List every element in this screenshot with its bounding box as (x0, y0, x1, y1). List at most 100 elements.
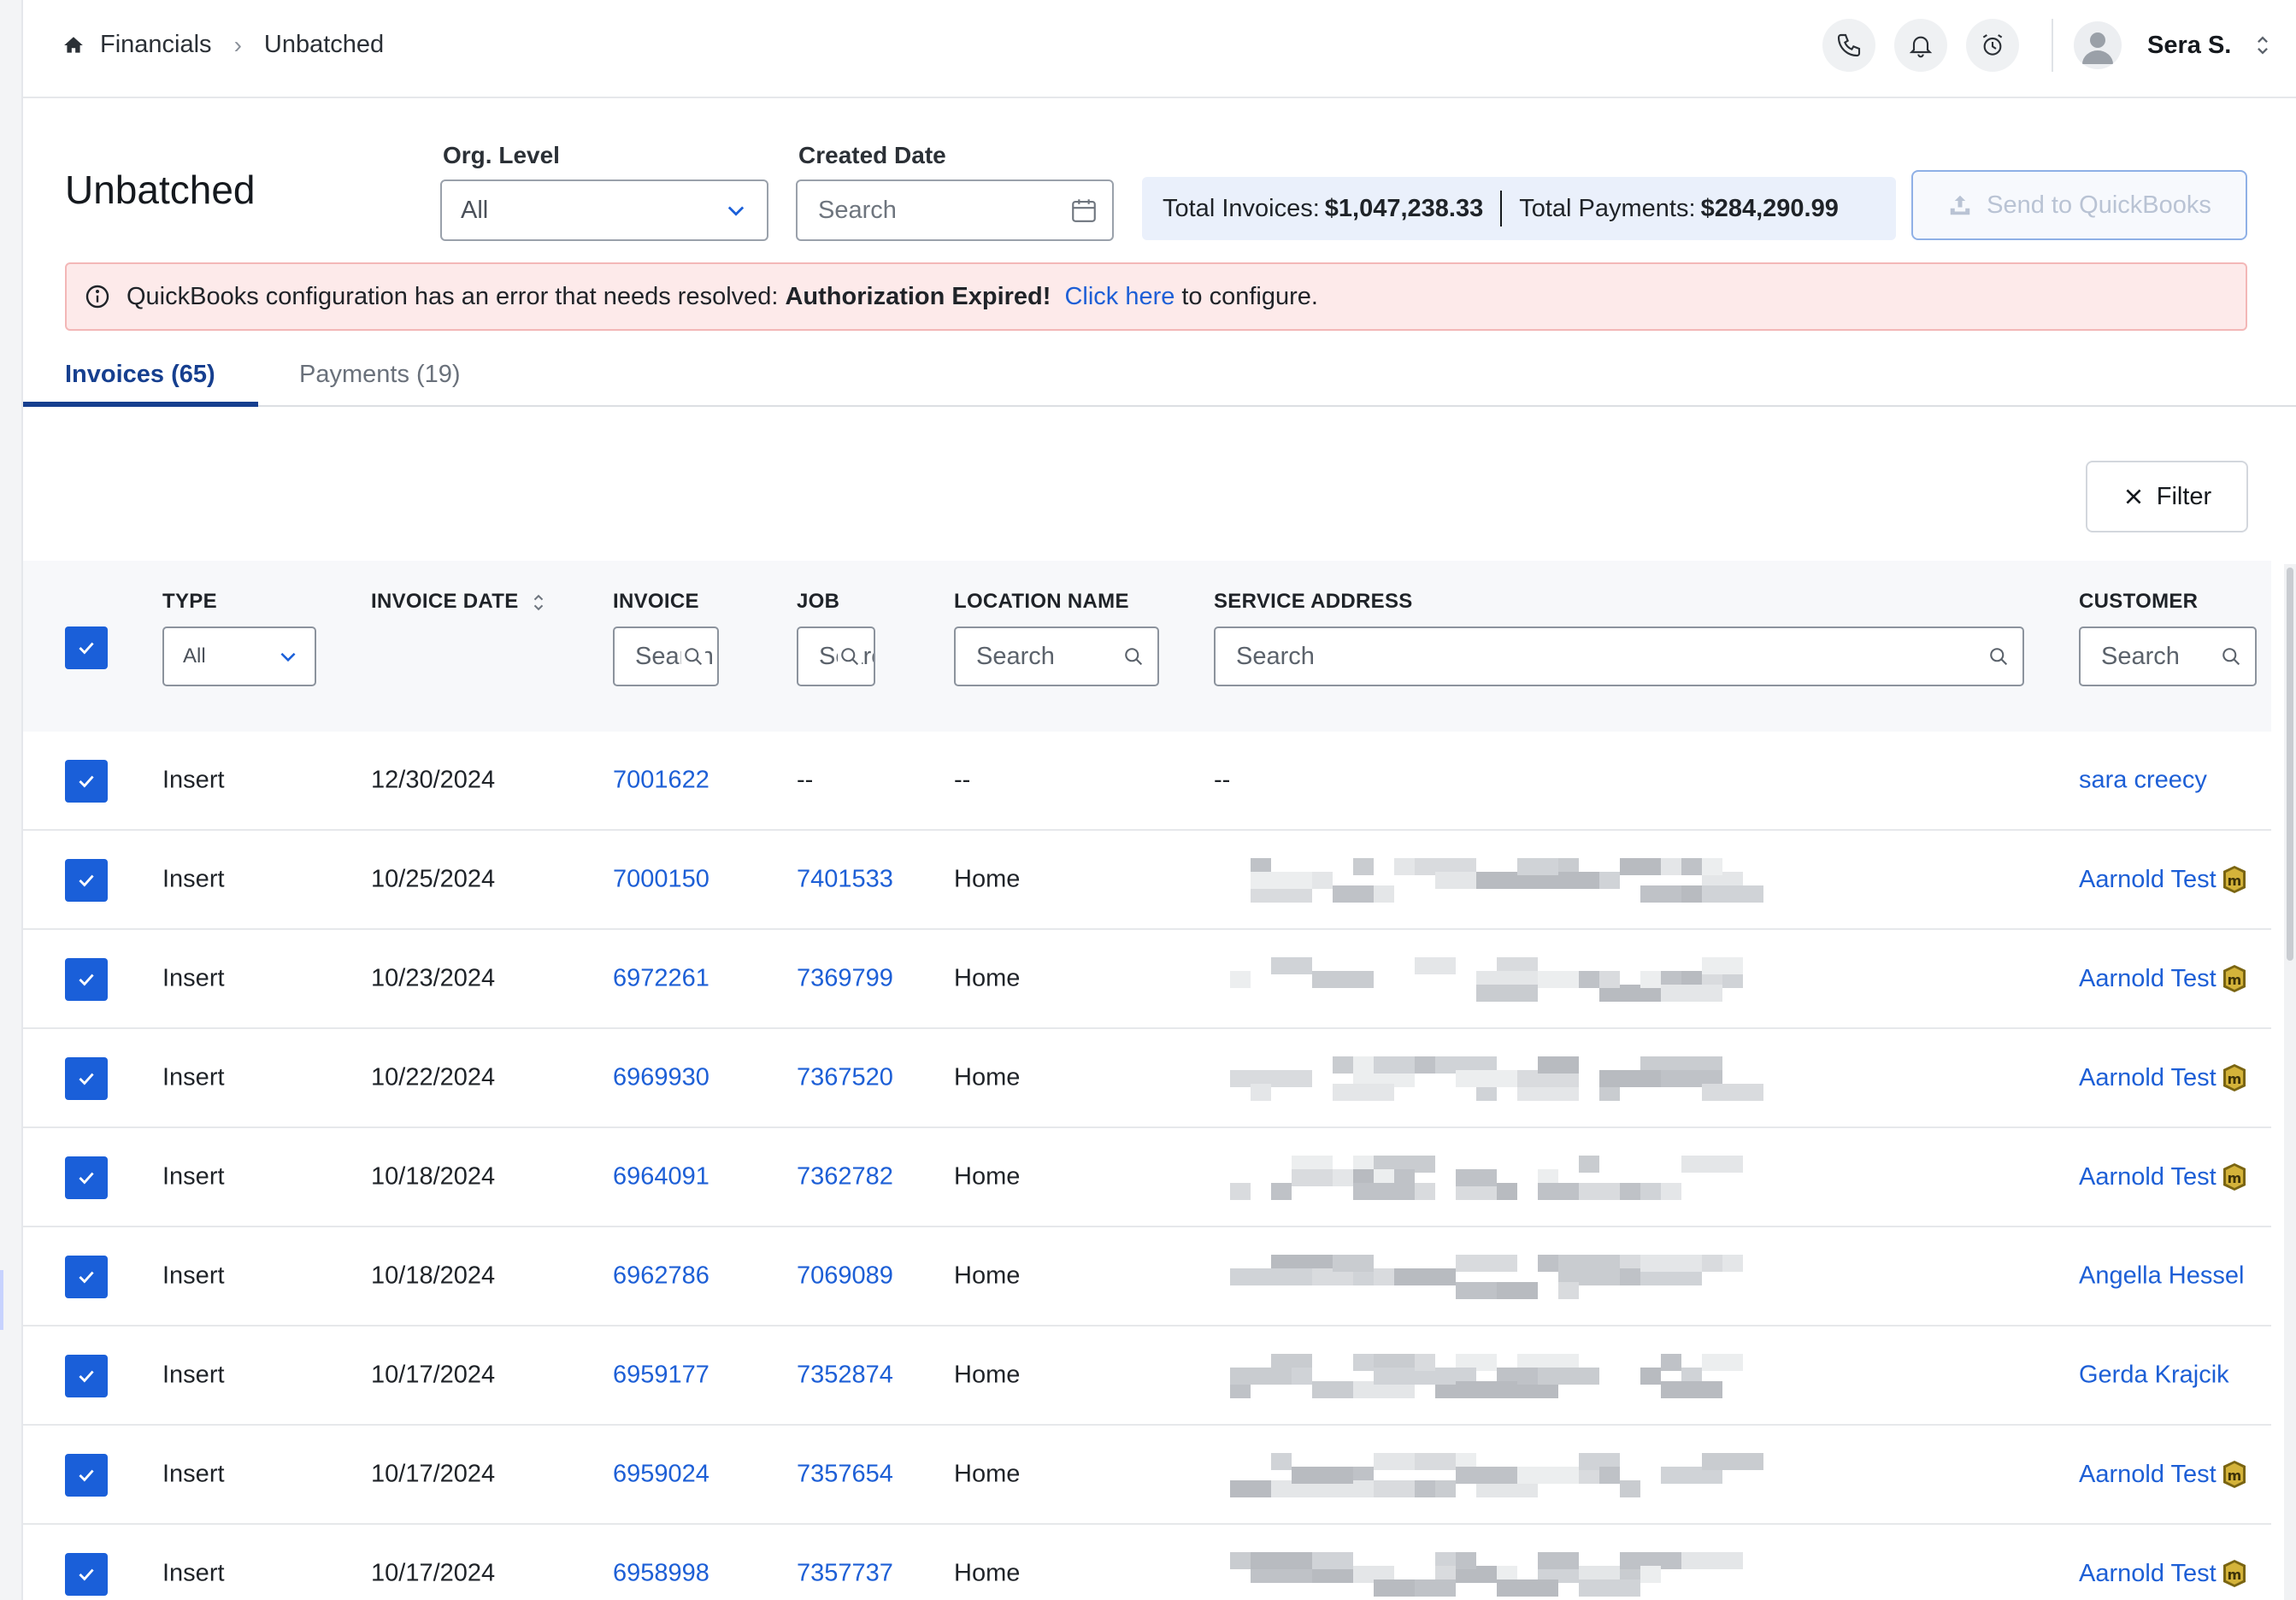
divider (1500, 191, 1503, 226)
send-to-quickbooks-button[interactable]: Send to QuickBooks (1911, 170, 2247, 240)
customer-link[interactable]: Aarnold Test (2079, 1560, 2217, 1588)
job-link[interactable]: 7357737 (797, 1560, 893, 1588)
row-checkbox[interactable] (65, 1057, 108, 1100)
row-checkbox[interactable] (65, 859, 108, 902)
customer-link[interactable]: sara creecy (2079, 767, 2207, 795)
tab-payments[interactable]: Payments (19) (299, 361, 461, 389)
customer-link[interactable]: Angella Hessel (2079, 1262, 2244, 1291)
customer-link[interactable]: Aarnold Test (2079, 1064, 2217, 1092)
created-date-label: Created Date (798, 142, 946, 168)
invoice-date-cell: 10/17/2024 (371, 1361, 496, 1389)
reminders-button[interactable] (1966, 19, 2019, 72)
job-link[interactable]: 7352874 (797, 1362, 893, 1390)
customer-link[interactable]: Aarnold Test (2079, 1163, 2217, 1191)
top-actions: Sera S. (1804, 19, 2296, 72)
customer-cell: sara creecy (2079, 767, 2207, 795)
table-row[interactable]: Insert 10/23/2024 6972261 7369799 Home Aarnol… (23, 930, 2271, 1029)
row-checkbox[interactable] (65, 760, 108, 803)
invoice-link[interactable]: 6972261 (613, 965, 709, 993)
job-link[interactable]: 7401533 (797, 866, 893, 894)
customer-link[interactable]: Aarnold Test (2079, 866, 2217, 894)
phone-icon (1837, 33, 1861, 57)
tab-invoices[interactable]: Invoices (65) (65, 361, 215, 389)
org-level-select[interactable]: All (440, 179, 768, 241)
filter-button[interactable]: Filter (2086, 461, 2248, 532)
job-link[interactable]: 7069089 (797, 1262, 893, 1291)
job-link[interactable]: 7367520 (797, 1064, 893, 1092)
invoice-link[interactable]: 7000150 (613, 866, 709, 894)
customer-link[interactable]: Gerda Krajcik (2079, 1362, 2229, 1390)
redacted-service-address (1213, 942, 1863, 1017)
row-checkbox[interactable] (65, 1553, 108, 1596)
row-checkbox[interactable] (65, 1454, 108, 1497)
calendar-icon[interactable] (1069, 196, 1098, 225)
invoice-link[interactable]: 6962786 (613, 1262, 709, 1291)
invoice-link[interactable]: 6964091 (613, 1163, 709, 1191)
svg-text:m: m (2227, 873, 2241, 889)
upload-icon (1950, 195, 1970, 215)
table-row[interactable]: Insert 10/17/2024 6959177 7352874 Home Gerda … (23, 1326, 2271, 1426)
row-checkbox[interactable] (65, 958, 108, 1001)
phone-button[interactable] (1822, 19, 1875, 72)
table-row[interactable]: Insert 10/17/2024 6959024 7357654 Home Aarnol… (23, 1426, 2271, 1525)
alert-suffix: to configure. (1181, 282, 1318, 310)
address-search-placeholder: Search (1236, 642, 1315, 670)
user-menu[interactable]: Sera S. (2074, 21, 2296, 69)
customer-cell: Gerda Krajcik (2079, 1362, 2229, 1390)
row-checkbox[interactable] (65, 1355, 108, 1397)
location-cell: Home (954, 964, 1021, 992)
configure-link[interactable]: Click here (1064, 283, 1174, 311)
vertical-scrollbar[interactable] (2284, 564, 2296, 1600)
location-cell: Home (954, 1262, 1021, 1290)
row-checkbox[interactable] (65, 1156, 108, 1199)
chevron-down-icon (280, 652, 296, 662)
created-date-input[interactable]: Search (796, 179, 1114, 241)
search-icon (681, 644, 705, 668)
row-checkbox[interactable] (65, 1256, 108, 1298)
invoice-link[interactable]: 6959024 (613, 1461, 709, 1489)
scrollbar-thumb[interactable] (2287, 568, 2293, 961)
breadcrumb-financials[interactable]: Financials (100, 31, 212, 59)
table-row[interactable]: Insert 10/25/2024 7000150 7401533 Home Aarnol… (23, 831, 2271, 930)
invoice-link[interactable]: 6959177 (613, 1362, 709, 1390)
home-icon[interactable] (62, 34, 85, 56)
job-search-input[interactable]: Search (797, 626, 875, 686)
job-link[interactable]: 7357654 (797, 1461, 893, 1489)
customer-search-placeholder: Search (2101, 642, 2180, 670)
address-search-input[interactable]: Search (1214, 626, 2024, 686)
invoice-link[interactable]: 6969930 (613, 1064, 709, 1092)
customer-cell: Aarnold Test m (2079, 1063, 2247, 1092)
user-name: Sera S. (2147, 31, 2232, 59)
breadcrumb-current: Unbatched (263, 31, 385, 58)
location-cell: Home (954, 865, 1021, 893)
customer-cell: Angella Hessel (2079, 1262, 2244, 1291)
customer-link[interactable]: Aarnold Test (2079, 965, 2217, 993)
type-cell: Insert (162, 1361, 225, 1389)
customer-search-input[interactable]: Search (2079, 626, 2257, 686)
org-level-label: Org. Level (443, 142, 560, 168)
select-all-checkbox[interactable] (65, 626, 108, 669)
job-link[interactable]: 7362782 (797, 1163, 893, 1191)
invoice-date-cell: 10/17/2024 (371, 1460, 496, 1488)
type-filter-select[interactable]: All (162, 626, 316, 686)
invoice-link[interactable]: 6958998 (613, 1560, 709, 1588)
table-row[interactable]: Insert 12/30/2024 7001622 -- -- -- sara creecy (23, 732, 2271, 831)
invoice-search-input[interactable]: Search (613, 626, 719, 686)
column-header-invoice-date[interactable]: INVOICE DATE (371, 590, 546, 614)
search-icon (838, 644, 862, 668)
sort-icon[interactable] (531, 591, 546, 614)
table-header: TYPE All INVOICE DATE INVOICE Search JOB… (23, 561, 2271, 732)
job-link[interactable]: 7369799 (797, 965, 893, 993)
location-search-input[interactable]: Search (954, 626, 1159, 686)
notifications-button[interactable] (1894, 19, 1947, 72)
check-icon (79, 775, 94, 788)
table-row[interactable]: Insert 10/22/2024 6969930 7367520 Home Aarnol… (23, 1029, 2271, 1128)
customer-link[interactable]: Aarnold Test (2079, 1461, 2217, 1489)
tab-bar: Invoices (65) Payments (19) (23, 350, 2296, 407)
type-cell: Insert (162, 1460, 225, 1488)
search-icon (1987, 644, 2010, 668)
table-row[interactable]: Insert 10/18/2024 6964091 7362782 Home Aarnol… (23, 1128, 2271, 1227)
table-row[interactable]: Insert 10/17/2024 6958998 7357737 Home Aarnol… (23, 1525, 2271, 1600)
table-row[interactable]: Insert 10/18/2024 6962786 7069089 Home Angell… (23, 1227, 2271, 1326)
invoice-link[interactable]: 7001622 (613, 767, 709, 795)
